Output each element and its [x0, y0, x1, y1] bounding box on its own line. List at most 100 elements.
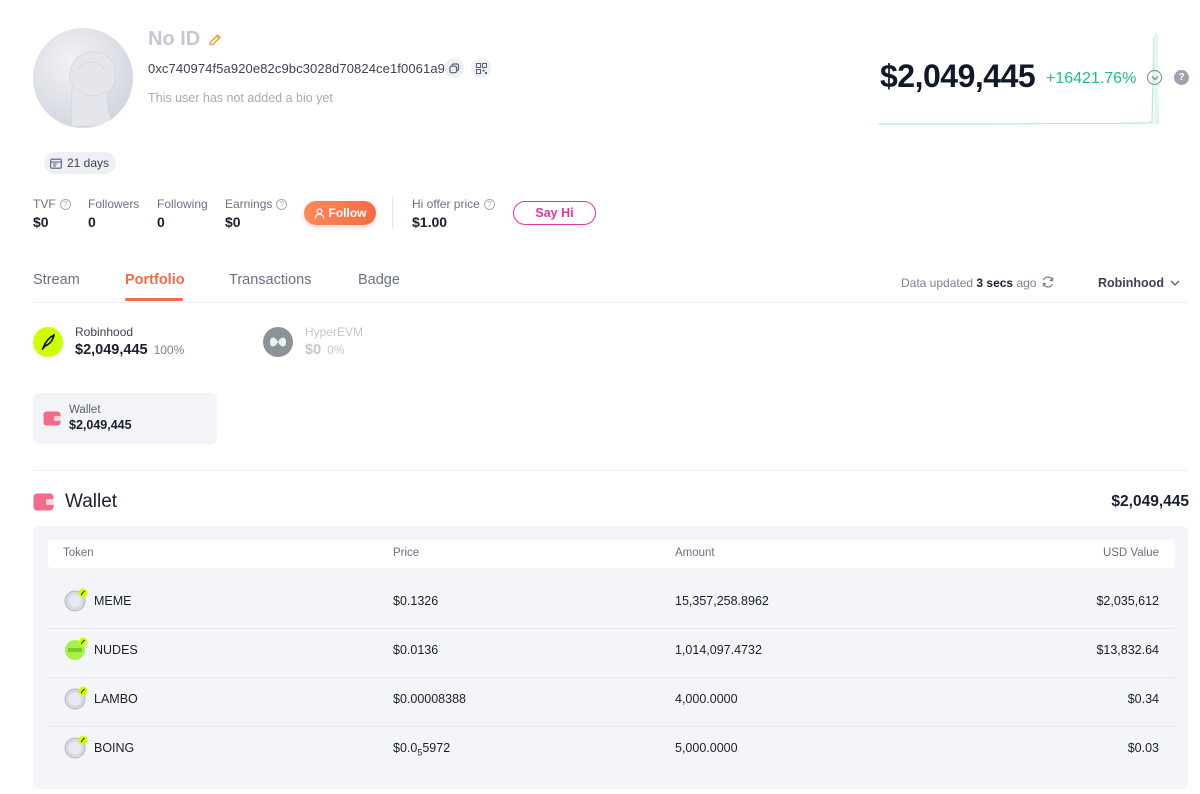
table-row[interactable]: MEME $0.1326 15,357,258.8962 $2,035,612: [48, 578, 1175, 627]
wallet-section-title: Wallet: [65, 491, 118, 512]
token-table: Token Price Amount USD Value MEME $0.132…: [33, 526, 1188, 789]
stat-value: $0: [225, 214, 241, 230]
chain-percent: 0%: [327, 343, 345, 357]
chain-value: $2,049,445: [75, 342, 148, 358]
calendar-icon: [50, 158, 62, 169]
table-row[interactable]: BOING $0.055972 5,000.0000 $0.03: [48, 725, 1175, 774]
token-amount: 1,014,097.4732: [675, 643, 762, 657]
token-symbol: LAMBO: [94, 692, 138, 706]
edit-pencil-icon[interactable]: [207, 32, 223, 48]
avatar: [33, 28, 133, 128]
token-placeholder-icon: [64, 588, 88, 612]
token-usd-value: $0.03: [1127, 741, 1159, 755]
token-usd-value: $0.34: [1127, 692, 1159, 706]
stat-label: TVF: [33, 197, 56, 211]
table-row[interactable]: NUDES $0.0136 1,014,097.4732 $13,832.64: [48, 627, 1175, 676]
profile-bio: This user has not added a bio yet: [148, 91, 333, 105]
tabs-divider: [33, 302, 1188, 303]
chain-value: $0: [305, 342, 322, 358]
say-hi-button[interactable]: Say Hi: [513, 201, 596, 225]
avatar-silhouette-icon: [69, 51, 116, 127]
follow-label: Follow: [328, 206, 367, 220]
active-tab-indicator: [125, 298, 183, 301]
stat-followers[interactable]: Followers 0: [88, 197, 139, 230]
updated-suffix: ago: [1016, 276, 1037, 290]
token-amount: 15,357,258.8962: [675, 594, 769, 608]
token-symbol: NUDES: [94, 643, 138, 657]
chain-select-value: Robinhood: [1098, 276, 1164, 290]
column-header-token[interactable]: Token: [63, 547, 94, 559]
copy-address-button[interactable]: [444, 58, 464, 78]
data-updated-status: Data updated 3 secs ago: [901, 276, 1036, 290]
column-header-usd-value[interactable]: USD Value: [1103, 547, 1159, 559]
column-header-price[interactable]: Price: [393, 547, 419, 559]
refresh-icon[interactable]: [1041, 275, 1055, 289]
updated-prefix: Data updated: [901, 276, 974, 290]
wallet-icon: [43, 411, 61, 426]
stat-value: 0: [157, 214, 165, 230]
stat-label: Hi offer price: [412, 197, 480, 211]
stat-label: Followers: [88, 197, 140, 211]
help-icon[interactable]: ?: [1174, 70, 1189, 85]
wallet-card-value: $2,049,445: [69, 418, 132, 432]
token-logo-icon: [65, 637, 88, 660]
help-icon[interactable]: ?: [59, 198, 71, 210]
stat-tvf: TVF? $0: [33, 197, 71, 230]
profile-name: No ID: [148, 28, 201, 50]
wallet-card[interactable]: Wallet $2,049,445: [33, 393, 217, 444]
qr-code-button[interactable]: [471, 58, 491, 78]
token-amount: 4,000.0000: [675, 692, 738, 706]
user-icon: [314, 207, 324, 219]
wallet-section-total: $2,049,445: [1111, 493, 1189, 510]
chevron-down-icon: [1151, 75, 1158, 80]
chevron-down-icon: [1170, 280, 1180, 286]
robinhood-feather-icon: [33, 327, 63, 357]
chain-select-dropdown[interactable]: Robinhood: [1098, 276, 1180, 290]
wallet-icon: [33, 493, 54, 511]
stat-value: $0: [33, 214, 49, 230]
total-balance: $2,049,445: [880, 58, 1036, 94]
hyperevm-icon: [263, 327, 293, 357]
price-prefix: $0.0: [393, 741, 418, 755]
stats-divider: [392, 197, 393, 229]
follow-button[interactable]: Follow: [304, 201, 376, 225]
stat-label: Earnings: [225, 197, 273, 211]
token-usd-value: $13,832.64: [1096, 643, 1159, 657]
token-price: $0.055972: [393, 741, 450, 758]
balance-expand-button[interactable]: [1147, 70, 1162, 85]
stat-earnings: Earnings? $0: [225, 197, 288, 230]
stat-value: $1.00: [412, 214, 448, 230]
chain-card-hyperevm[interactable]: HyperEVM $0 0%: [263, 325, 363, 358]
updated-time: 3 secs: [976, 276, 1014, 290]
column-header-amount[interactable]: Amount: [675, 547, 715, 559]
price-suffix: 5972: [422, 741, 451, 755]
token-price: $0.00008388: [393, 692, 466, 706]
wallet-address: 0xc740974f5a920e82c9bc3028d70824ce1f0061…: [148, 61, 445, 76]
account-age-text: 21 days: [67, 156, 110, 170]
stat-following[interactable]: Following 0: [157, 197, 208, 230]
wallet-card-label: Wallet: [69, 404, 101, 416]
stat-value: 0: [88, 214, 96, 230]
token-placeholder-icon: [64, 735, 88, 759]
help-icon[interactable]: ?: [276, 198, 288, 210]
token-price: $0.1326: [393, 594, 439, 608]
token-price: $0.0136: [393, 643, 439, 657]
chain-percent: 100%: [153, 343, 185, 357]
stat-label: Following: [157, 197, 208, 211]
chain-name: HyperEVM: [305, 325, 364, 339]
qr-code-icon: [475, 62, 487, 74]
tab-transactions[interactable]: Transactions: [229, 272, 311, 288]
stat-offer-price: Hi offer price? $1.00: [412, 197, 495, 230]
tab-badge[interactable]: Badge: [358, 272, 400, 288]
token-placeholder-icon: [64, 686, 88, 710]
help-icon[interactable]: ?: [483, 198, 495, 210]
table-header: Token Price Amount USD Value: [48, 540, 1175, 568]
tab-portfolio[interactable]: Portfolio: [125, 272, 185, 288]
table-row[interactable]: LAMBO $0.00008388 4,000.0000 $0.34: [48, 676, 1175, 725]
chain-name: Robinhood: [75, 325, 134, 339]
section-divider: [33, 470, 1188, 471]
tab-stream[interactable]: Stream: [33, 272, 80, 288]
token-symbol: MEME: [94, 594, 132, 608]
copy-icon: [448, 62, 459, 73]
chain-card-robinhood[interactable]: Robinhood $2,049,445 100%: [33, 325, 184, 358]
